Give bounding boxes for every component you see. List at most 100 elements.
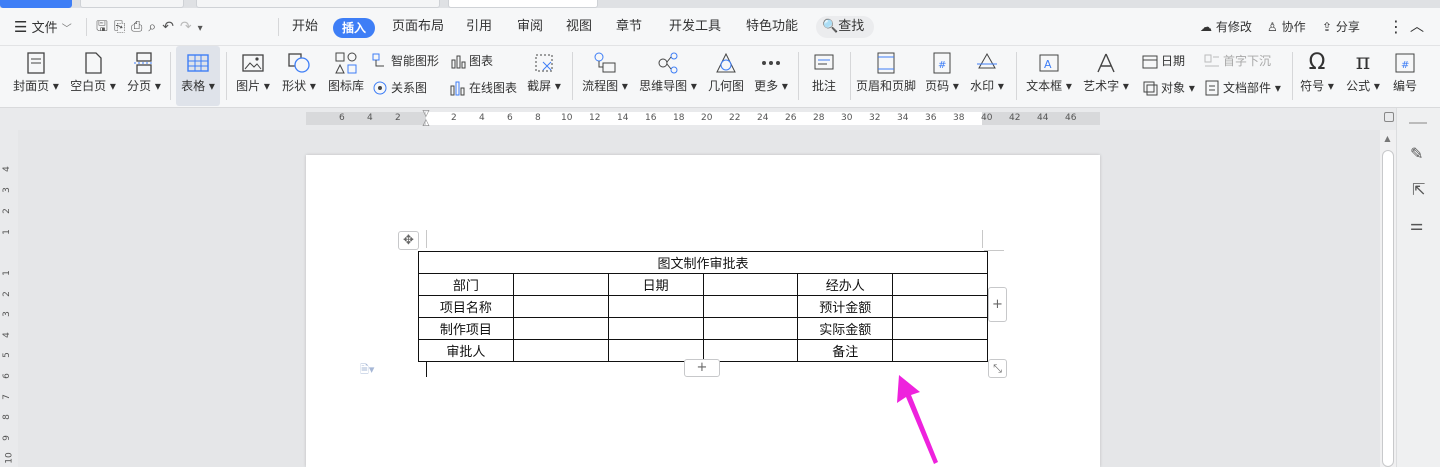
modified-button[interactable]: ☁ 有修改	[1200, 8, 1252, 46]
paragraph-options-icon[interactable]: 🗎▾	[360, 361, 390, 376]
table-cell[interactable]: 实际金额	[797, 317, 894, 340]
tab-review[interactable]: 审阅	[517, 8, 543, 46]
date-button[interactable]: 日期	[1142, 51, 1185, 71]
table-cell[interactable]: 日期	[607, 273, 704, 296]
geometry-button[interactable]: 几何图	[704, 46, 748, 106]
icon-library-button[interactable]: 图标库	[324, 46, 368, 106]
table-title[interactable]: 图文制作审批表	[418, 251, 988, 274]
smartart-label: 智能图形	[391, 54, 440, 68]
preview-icon[interactable]: ⌕	[148, 19, 162, 35]
table-cell[interactable]	[702, 273, 799, 296]
table-cell[interactable]	[512, 295, 609, 318]
online-chart-button[interactable]: 在线图表	[450, 78, 517, 98]
tab-insert[interactable]: 插入	[333, 18, 376, 38]
table-cell[interactable]: 部门	[418, 273, 514, 296]
share-label: 分享	[1335, 20, 1360, 34]
textbox-button[interactable]: A 文本框 ▾	[1024, 46, 1074, 106]
share-button[interactable]: ⇪ 分享	[1322, 8, 1360, 46]
wordart-button[interactable]: 艺术字 ▾	[1080, 46, 1132, 106]
tab-view[interactable]: 视图	[566, 8, 592, 46]
tab-developer[interactable]: 开发工具	[669, 8, 721, 46]
mindmap-button[interactable]: 思维导图 ▾	[636, 46, 700, 106]
menu-bar: ☰ 文件 ﹀ 🖫⎘⎙⌕↶↷▾ 开始 插入 页面布局 引用 审阅 视图 章节 开发…	[0, 8, 1440, 46]
document-tab-1[interactable]	[80, 0, 184, 8]
table-cell[interactable]	[607, 295, 704, 318]
table-button[interactable]: 表格 ▾	[176, 46, 220, 106]
tab-page-layout[interactable]: 页面布局	[392, 8, 444, 46]
output-icon[interactable]: ⎘	[114, 19, 131, 35]
more-button[interactable]: 更多 ▾	[752, 46, 790, 106]
document-tab-2[interactable]	[196, 0, 440, 8]
vertical-ruler[interactable]: 4 3 2 1 1 2 3 4 5 6 7 8 9 10	[0, 130, 18, 467]
header-footer-button[interactable]: 页眉和页脚	[854, 46, 918, 106]
settings-sliders-icon[interactable]: ⚌	[1410, 216, 1423, 234]
watermark-button[interactable]: 水印 ▾	[966, 46, 1008, 106]
table-cell[interactable]	[892, 273, 988, 296]
table-cell[interactable]	[607, 317, 704, 340]
tab-references[interactable]: 引用	[466, 8, 492, 46]
relation-chart-button[interactable]: 关系图	[372, 78, 427, 98]
collapse-ribbon-icon[interactable]: ︿	[1410, 8, 1424, 46]
table-cell[interactable]	[512, 317, 609, 340]
table-cell[interactable]: 制作项目	[418, 317, 514, 340]
table-cell[interactable]	[512, 339, 609, 362]
scroll-thumb[interactable]	[1382, 150, 1394, 467]
table-cell[interactable]: 备注	[797, 339, 894, 362]
table-cell[interactable]	[892, 317, 988, 340]
save-icon[interactable]: 🖫	[96, 19, 114, 35]
ruler-toggle-icon[interactable]	[1384, 112, 1394, 122]
table-cell[interactable]: 审批人	[418, 339, 514, 362]
select-cursor-icon[interactable]: ⇱	[1412, 180, 1425, 199]
table-resize-handle[interactable]: ⤡	[988, 359, 1007, 378]
more-icon	[762, 61, 780, 65]
collab-button[interactable]: ♙ 协作	[1267, 8, 1306, 46]
tab-chapter[interactable]: 章节	[616, 8, 642, 46]
customize-icon[interactable]: ▾	[198, 23, 209, 34]
file-menu[interactable]: ☰ 文件 ﹀	[14, 8, 72, 46]
screenshot-button[interactable]: 截屏 ▾	[522, 46, 566, 106]
table-move-handle[interactable]: ✥	[398, 231, 419, 250]
add-column-button[interactable]: +	[988, 287, 1007, 322]
page-number-button[interactable]: # 页码 ▾	[922, 46, 962, 106]
flowchart-button[interactable]: 流程图 ▾	[578, 46, 632, 106]
doc-parts-button[interactable]: 文档部件 ▾	[1204, 78, 1281, 98]
picture-button[interactable]: 图片 ▾	[232, 46, 274, 106]
blank-page-button[interactable]: 空白页 ▾	[66, 46, 120, 106]
more-options-icon[interactable]: ⋮	[1388, 8, 1404, 46]
tab-features[interactable]: 特色功能	[746, 8, 798, 46]
add-row-button[interactable]: +	[684, 359, 720, 377]
app-tab[interactable]	[0, 0, 72, 8]
symbol-button[interactable]: Ω 符号 ▾	[1296, 46, 1338, 106]
print-icon[interactable]: ⎙	[131, 19, 148, 35]
comment-button[interactable]: 批注	[804, 46, 844, 106]
object-button[interactable]: 对象 ▾	[1142, 78, 1195, 98]
redo-icon[interactable]: ↷	[180, 19, 198, 35]
table-cell[interactable]: 经办人	[797, 273, 894, 296]
horizontal-ruler[interactable]: ▽ △ 6 4 2 2 4 6 8 10 12 14 16 18 20 22 24 26 28 30 32 34 36 38…	[0, 108, 1440, 130]
smartart-button[interactable]: 智能图形	[372, 51, 439, 71]
search-box[interactable]: 🔍查找	[816, 16, 875, 38]
formula-button[interactable]: π 公式 ▾	[1342, 46, 1384, 106]
vertical-scrollbar[interactable]: ▲	[1380, 130, 1396, 467]
scroll-up-icon[interactable]: ▲	[1382, 134, 1393, 143]
table-cell[interactable]	[702, 317, 799, 340]
table-cell[interactable]	[702, 295, 799, 318]
table-cell[interactable]	[892, 339, 988, 362]
chart-button[interactable]: 图表	[450, 51, 493, 71]
undo-icon[interactable]: ↶	[162, 19, 180, 35]
table-cell[interactable]: 项目名称	[418, 295, 514, 318]
page-break-button[interactable]: 分页 ▾	[122, 46, 166, 106]
shape-button[interactable]: 形状 ▾	[278, 46, 320, 106]
indent-marker[interactable]: ▽ △	[421, 110, 431, 128]
edit-pen-icon[interactable]: ✎	[1410, 144, 1423, 163]
table-cell[interactable]: 预计金额	[797, 295, 894, 318]
table-cell[interactable]	[892, 295, 988, 318]
approval-table[interactable]: 图文制作审批表 部门 日期 经办人 项目名称 预计金额 制作项目 实际金额 审批…	[418, 251, 988, 362]
numbering-button[interactable]: # 编号	[1388, 46, 1422, 106]
document-tab-active[interactable]	[448, 0, 598, 8]
tab-start[interactable]: 开始	[292, 8, 318, 46]
move-icon: ✥	[403, 233, 414, 248]
cover-page-button[interactable]: 封面页 ▾	[8, 46, 64, 106]
table-cell[interactable]	[512, 273, 609, 296]
plus-icon: +	[992, 297, 1003, 312]
